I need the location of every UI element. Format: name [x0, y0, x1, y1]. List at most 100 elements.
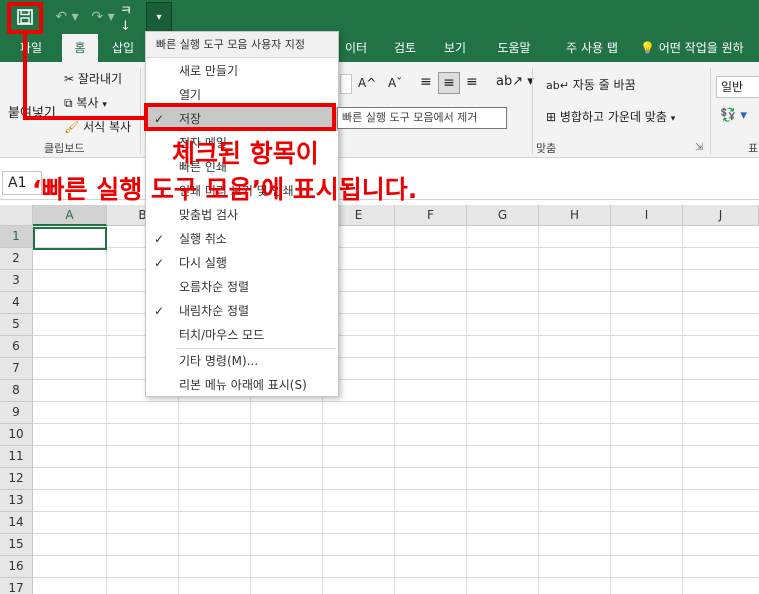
- sort-descending-button[interactable]: ㅋ↓: [120, 4, 140, 34]
- grid-line: [33, 445, 759, 446]
- format-painter-button[interactable]: 🖌 서식 복사: [64, 118, 131, 135]
- row-header[interactable]: 5: [0, 314, 33, 336]
- align-middle-icon[interactable]: ≡: [438, 72, 460, 94]
- dialog-launcher-icon[interactable]: ⇲: [695, 142, 703, 153]
- chevron-down-icon: ▾: [156, 11, 162, 23]
- row-header[interactable]: 15: [0, 534, 33, 556]
- grid-line: [33, 313, 759, 314]
- chevron-down-icon: ▾: [670, 114, 676, 124]
- wrap-text-label: 자동 줄 바꿈: [572, 78, 636, 92]
- wrap-text-button[interactable]: ab↵ 자동 줄 바꿈: [546, 76, 636, 93]
- menu-item-more-commands[interactable]: 기타 명령(M)...: [146, 349, 338, 373]
- format-painter-label: 서식 복사: [83, 120, 132, 134]
- menu-item-show-below-ribbon[interactable]: 리본 메뉴 아래에 표시(S): [146, 373, 338, 397]
- row-header[interactable]: 12: [0, 468, 33, 490]
- column-header[interactable]: I: [611, 205, 683, 226]
- spreadsheet-grid[interactable]: A B C D E F G H I J 1 2 3 4 5 6 7 8 9 10…: [0, 205, 759, 594]
- row-header[interactable]: 3: [0, 270, 33, 292]
- quick-access-toolbar: ↶ ▾ ↷ ▾ ㅋ↓ ▾: [0, 0, 759, 34]
- check-icon: ✓: [154, 256, 165, 270]
- grid-line: [33, 357, 759, 358]
- shrink-font-icon[interactable]: Aˇ: [388, 76, 402, 90]
- check-icon: ✓: [154, 304, 165, 318]
- grid-line: [33, 555, 759, 556]
- menu-item-new[interactable]: 새로 만들기: [146, 59, 338, 83]
- redo-button[interactable]: ↷ ▾: [86, 4, 120, 30]
- chevron-down-icon: ▾: [102, 100, 107, 110]
- menu-item-label: 터치/마우스 모드: [179, 328, 265, 342]
- grid-line: [33, 533, 759, 534]
- tab-data[interactable]: 이터: [336, 34, 376, 62]
- brush-icon: 🖌: [64, 120, 80, 134]
- menu-item-sort-ascending[interactable]: 오름차순 정렬: [146, 275, 338, 299]
- grid-line: [33, 291, 759, 292]
- orientation-icon[interactable]: ab↗ ▾: [496, 74, 534, 89]
- tell-me-search[interactable]: 💡 어떤 작업을 원하: [640, 34, 759, 62]
- column-header[interactable]: F: [395, 205, 467, 226]
- select-all-corner[interactable]: [0, 205, 33, 226]
- menu-item-touch-mode[interactable]: 터치/마우스 모드: [146, 323, 338, 347]
- tab-view[interactable]: 보기: [434, 34, 476, 62]
- cut-button[interactable]: ✂ 잘라내기: [64, 70, 122, 87]
- row-header[interactable]: 9: [0, 402, 33, 424]
- grid-line: [33, 467, 759, 468]
- lightbulb-icon: 💡: [640, 41, 655, 55]
- grow-font-icon[interactable]: A^: [358, 76, 376, 90]
- row-header[interactable]: 14: [0, 512, 33, 534]
- tell-me-label: 어떤 작업을 원하: [658, 41, 744, 55]
- column-header[interactable]: H: [539, 205, 611, 226]
- row-header[interactable]: 17: [0, 578, 33, 594]
- annotation-text: 체크된 항목이: [172, 139, 319, 168]
- merge-center-label: 병합하고 가운데 맞춤: [559, 110, 667, 124]
- customize-qat-menu: 빠른 실행 도구 모음 사용자 지정 새로 만들기 열기 ✓ 저장 전자 메일 빠…: [145, 31, 339, 397]
- row-header[interactable]: 13: [0, 490, 33, 512]
- menu-item-label: 내림차순 정렬: [179, 304, 250, 318]
- annotation-connector: [23, 116, 147, 120]
- column-header[interactable]: A: [33, 205, 107, 226]
- scissors-icon: ✂: [64, 72, 75, 86]
- ribbon-divider: [710, 68, 711, 154]
- row-header[interactable]: 8: [0, 380, 33, 402]
- accounting-format-icon[interactable]: 💱 ▾: [720, 108, 747, 123]
- grid-line: [33, 577, 759, 578]
- tab-insert[interactable]: 삽입: [100, 34, 146, 62]
- row-header[interactable]: 4: [0, 292, 33, 314]
- row-header[interactable]: 16: [0, 556, 33, 578]
- cut-label: 잘라내기: [77, 72, 123, 86]
- tab-main[interactable]: 주 사용 탭: [550, 34, 634, 62]
- menu-item-redo[interactable]: ✓ 다시 실행: [146, 251, 338, 275]
- column-header[interactable]: G: [467, 205, 539, 226]
- annotation-text: ‘빠른 실행 도구 모음’에 표시됩니다.: [32, 175, 418, 204]
- copy-button[interactable]: ⧉ 복사 ▾: [64, 94, 107, 111]
- grid-line: [106, 226, 107, 594]
- align-bottom-icon[interactable]: ≡: [466, 74, 478, 90]
- grid-line: [466, 226, 467, 594]
- font-size-box[interactable]: [340, 74, 352, 94]
- align-top-icon[interactable]: ≡: [420, 74, 432, 90]
- row-header[interactable]: 7: [0, 358, 33, 380]
- menu-item-spelling[interactable]: 맞춤법 검사: [146, 203, 338, 227]
- grid-line: [394, 226, 395, 594]
- selected-cell-a1[interactable]: [33, 227, 107, 250]
- undo-button[interactable]: ↶ ▾: [50, 4, 84, 30]
- tab-review[interactable]: 검토: [384, 34, 426, 62]
- tab-file[interactable]: 파일: [0, 34, 62, 62]
- grid-line: [33, 401, 759, 402]
- sort-icon: ㅋ↓: [120, 4, 132, 34]
- menu-item-sort-descending[interactable]: ✓ 내림차순 정렬: [146, 299, 338, 323]
- number-format-select[interactable]: 일반: [716, 76, 759, 98]
- alignment-group-label: 맞춤: [536, 142, 557, 155]
- annotation-connector: [23, 34, 27, 120]
- row-header[interactable]: 6: [0, 336, 33, 358]
- row-header[interactable]: 10: [0, 424, 33, 446]
- grid-line: [682, 226, 683, 594]
- row-header[interactable]: 2: [0, 248, 33, 270]
- tab-help[interactable]: 도움말: [486, 34, 542, 62]
- menu-item-undo[interactable]: ✓ 실행 취소: [146, 227, 338, 251]
- row-header[interactable]: 11: [0, 446, 33, 468]
- tab-home[interactable]: 홈: [62, 34, 98, 62]
- row-header[interactable]: 1: [0, 226, 33, 248]
- customize-qat-button[interactable]: ▾: [146, 2, 172, 32]
- merge-center-button[interactable]: ⊞ 병합하고 가운데 맞춤 ▾: [546, 108, 675, 125]
- column-header[interactable]: J: [683, 205, 759, 226]
